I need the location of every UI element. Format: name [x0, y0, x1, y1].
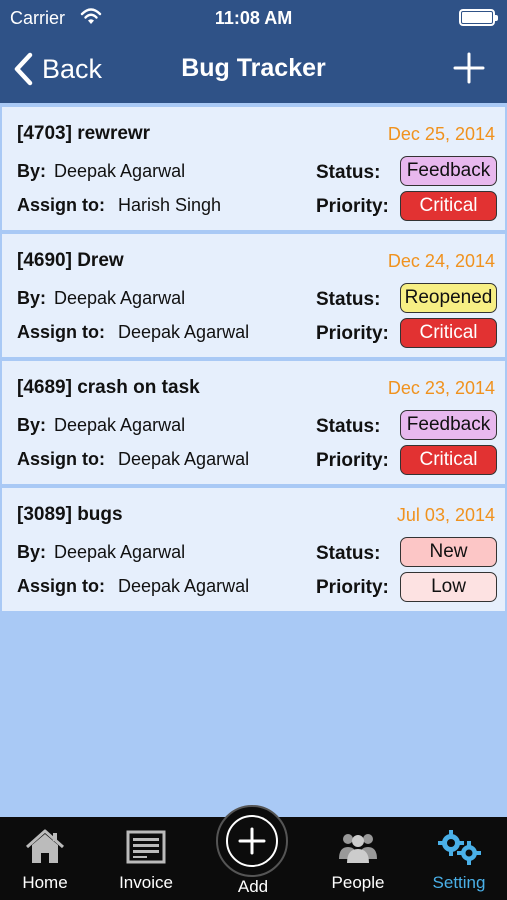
bug-title: [3089] bugs — [17, 504, 123, 525]
by-label: By: — [17, 542, 47, 562]
status-badge: Reopened — [400, 283, 497, 313]
priority-badge: Low — [400, 572, 497, 602]
home-icon — [26, 829, 64, 863]
tab-invoice[interactable]: Invoice — [101, 817, 191, 900]
bug-card[interactable]: [4703] rewrewr Dec 25, 2014 By: Deepak A… — [2, 107, 505, 230]
status-badge: New — [400, 537, 497, 567]
tab-label: People — [331, 873, 385, 892]
assign-label: Assign to: — [17, 195, 105, 215]
priority-label: Priority: — [316, 577, 389, 598]
by-label: By: — [17, 415, 47, 435]
bug-card[interactable]: [4689] crash on task Dec 23, 2014 By: De… — [2, 361, 505, 484]
assign-label: Assign to: — [17, 449, 105, 469]
priority-label: Priority: — [316, 323, 389, 344]
by-label: By: — [17, 288, 47, 308]
bug-card[interactable]: [4690] Drew Dec 24, 2014 By: Deepak Agar… — [2, 234, 505, 357]
by-label: By: — [17, 161, 47, 181]
bug-title: [4703] rewrewr — [17, 123, 151, 144]
add-icon — [238, 827, 266, 855]
bug-card[interactable]: [3089] bugs Jul 03, 2014 By: Deepak Agar… — [2, 488, 505, 611]
bug-date: Dec 23, 2014 — [387, 378, 495, 398]
priority-badge: Critical — [400, 318, 497, 348]
add-bug-button[interactable] — [453, 52, 485, 84]
assign-label: Assign to: — [17, 576, 105, 596]
people-icon — [339, 834, 377, 863]
navigation-bar: Back Bug Tracker — [0, 40, 507, 98]
priority-badge: Critical — [400, 445, 497, 475]
reporter-name: Deepak Agarwal — [54, 542, 186, 562]
tab-label: Add — [237, 877, 269, 896]
tab-setting[interactable]: Setting — [414, 817, 504, 900]
tab-add[interactable]: Add — [208, 805, 298, 900]
bug-title: [4689] crash on task — [17, 377, 200, 398]
status-label: Status: — [316, 289, 381, 310]
reporter-name: Deepak Agarwal — [54, 415, 186, 435]
status-label: Status: — [316, 162, 381, 183]
tab-label: Setting — [432, 873, 486, 892]
bug-date: Dec 24, 2014 — [387, 251, 495, 271]
tab-label: Invoice — [119, 873, 173, 892]
tab-people[interactable]: People — [313, 817, 403, 900]
assignee-name: Harish Singh — [118, 195, 222, 215]
top-bar: Carrier 11:08 AM Back Bug Tracker — [0, 0, 507, 103]
bug-list: [4703] rewrewr Dec 25, 2014 By: Deepak A… — [0, 107, 507, 615]
assign-label: Assign to: — [17, 322, 105, 342]
clock: 11:08 AM — [214, 8, 293, 28]
status-badge: Feedback — [400, 156, 497, 186]
page-title: Bug Tracker — [181, 54, 326, 82]
status-bar: Carrier 11:08 AM — [0, 0, 507, 36]
reporter-name: Deepak Agarwal — [54, 288, 186, 308]
assignee-name: Deepak Agarwal — [118, 449, 250, 469]
tab-bar: Home Invoice Add People Setting — [0, 805, 507, 900]
assignee-name: Deepak Agarwal — [118, 576, 250, 596]
priority-label: Priority: — [316, 196, 389, 217]
status-label: Status: — [316, 416, 381, 437]
priority-badge: Critical — [400, 191, 497, 221]
status-label: Status: — [316, 543, 381, 564]
bug-title: [4690] Drew — [17, 250, 124, 271]
assignee-name: Deepak Agarwal — [118, 322, 250, 342]
priority-label: Priority: — [316, 450, 389, 471]
status-badge: Feedback — [400, 410, 497, 440]
tab-home[interactable]: Home — [0, 817, 90, 900]
battery-icon — [459, 9, 498, 26]
reporter-name: Deepak Agarwal — [54, 161, 186, 181]
invoice-icon — [126, 830, 166, 864]
bug-date: Dec 25, 2014 — [387, 124, 495, 144]
bug-date: Jul 03, 2014 — [396, 505, 495, 525]
add-circle — [216, 805, 288, 877]
tab-label: Home — [22, 873, 68, 892]
settings-icon — [438, 830, 481, 865]
